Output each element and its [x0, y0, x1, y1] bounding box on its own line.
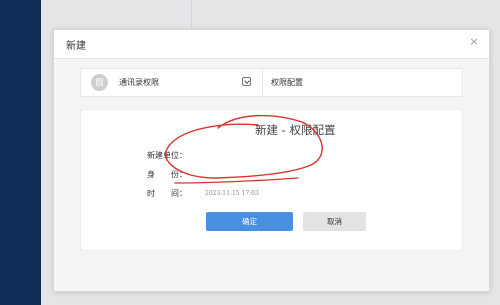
- time-value: 2023-11-15 17:03: [205, 190, 259, 197]
- form-heading: 新建 - 权限配置: [255, 123, 336, 137]
- tab-contact-permissions[interactable]: 圆 通讯录权限: [81, 69, 263, 96]
- tabs-bar: 圆 通讯录权限 权限配置: [80, 68, 463, 97]
- left-navigation-bar: [0, 0, 41, 305]
- avatar-icon: 圆: [91, 74, 108, 91]
- tab-permission-config[interactable]: 权限配置: [271, 77, 303, 88]
- tab-contact-permissions-label: 通讯录权限: [119, 78, 159, 87]
- cancel-button[interactable]: 取消: [303, 212, 366, 231]
- time-label: 时 间：: [147, 189, 187, 198]
- confirm-button[interactable]: 确定: [206, 212, 293, 231]
- identity-label: 身 份：: [147, 170, 187, 179]
- close-icon[interactable]: ×: [468, 36, 480, 48]
- collapse-toggle-icon[interactable]: [242, 77, 251, 86]
- new-dialog: 新建 × 圆 通讯录权限 权限配置 新建 - 权限配置 新建单位： 身 份： 时…: [53, 29, 490, 292]
- background-divider: [191, 0, 192, 28]
- dialog-title: 新建: [66, 41, 86, 52]
- dialog-header: 新建 ×: [54, 30, 489, 59]
- new-unit-label: 新建单位：: [147, 151, 187, 160]
